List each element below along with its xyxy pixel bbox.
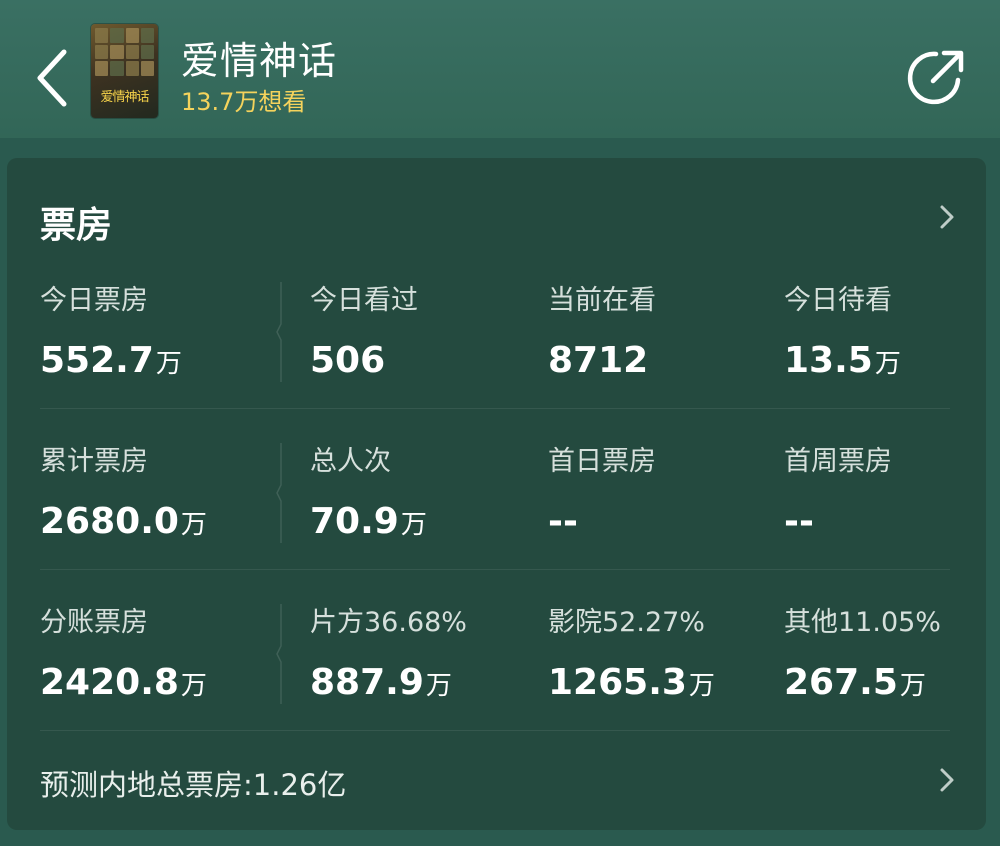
column-separator [276, 604, 282, 704]
movie-poster[interactable]: 爱情神话 [91, 24, 158, 118]
share-icon [907, 50, 964, 105]
stat-label: 片方36.68% [310, 607, 467, 638]
stat-value: 2680.0万 [40, 501, 207, 542]
row-divider [40, 730, 950, 731]
stat-label: 今日待看 [784, 285, 892, 316]
stat-label: 首周票房 [784, 446, 892, 477]
stat-value: 13.5万 [784, 340, 901, 381]
stat-value: 267.5万 [784, 662, 926, 703]
poster-title: 爱情神话 [100, 90, 149, 105]
row-divider [40, 569, 950, 570]
stat-value: 506 [310, 340, 386, 381]
stat-value: -- [548, 501, 578, 542]
want-to-watch-count: 13.7万想看 [181, 88, 307, 116]
stat-first-week: 首周票房 -- [784, 439, 892, 542]
stat-label: 分账票房 [40, 607, 148, 638]
stat-value: 1265.3万 [548, 662, 715, 703]
stats-row-split: 分账票房 2420.8万 片方36.68% 887.9万 影院52.27% 12… [7, 600, 986, 760]
column-separator [276, 443, 282, 543]
stat-today-pending: 今日待看 13.5万 [784, 278, 901, 381]
stat-other-share: 其他11.05% 267.5万 [784, 600, 941, 703]
stat-value: -- [784, 501, 814, 542]
stat-now-watching: 当前在看 8712 [548, 278, 656, 381]
stat-label: 其他11.05% [784, 607, 941, 638]
stat-split-box-office: 分账票房 2420.8万 [40, 600, 207, 703]
stat-value: 552.7万 [40, 340, 182, 381]
stat-value: 70.9万 [310, 501, 427, 542]
stat-today-viewed: 今日看过 506 [310, 278, 418, 381]
forecast-total-box-office[interactable]: 预测内地总票房:1.26亿 [40, 762, 346, 804]
stat-label: 累计票房 [40, 446, 148, 477]
poster-artwork [95, 28, 154, 76]
stat-today-box-office: 今日票房 552.7万 [40, 278, 182, 381]
chevron-left-icon [37, 49, 67, 107]
share-button[interactable] [906, 46, 968, 108]
stat-label: 总人次 [310, 446, 391, 477]
row-divider [40, 408, 950, 409]
stat-cumulative-box-office: 累计票房 2680.0万 [40, 439, 207, 542]
stat-label: 今日票房 [40, 285, 148, 316]
stat-first-day: 首日票房 -- [548, 439, 656, 542]
chevron-right-icon[interactable] [937, 203, 957, 231]
movie-title: 爱情神话 [181, 39, 338, 83]
box-office-title: 票房 [40, 205, 113, 246]
stat-value: 2420.8万 [40, 662, 207, 703]
stats-row-today: 今日票房 552.7万 今日看过 506 当前在看 8712 今日待看 13.5… [7, 278, 986, 438]
stat-producer-share: 片方36.68% 887.9万 [310, 600, 467, 703]
stat-total-admissions: 总人次 70.9万 [310, 439, 427, 542]
stat-label: 今日看过 [310, 285, 418, 316]
stat-label: 首日票房 [548, 446, 656, 477]
stat-label: 当前在看 [548, 285, 656, 316]
column-separator [276, 282, 282, 382]
chevron-right-icon[interactable] [937, 766, 957, 794]
stat-cinema-share: 影院52.27% 1265.3万 [548, 600, 715, 703]
stat-label: 影院52.27% [548, 607, 705, 638]
stat-value: 887.9万 [310, 662, 452, 703]
top-bar: 爱情神话 爱情神话 13.7万想看 [0, 0, 1000, 138]
box-office-card: 票房 今日票房 552.7万 今日看过 506 当前在看 8712 今日待看 1… [7, 158, 986, 830]
back-button[interactable] [24, 38, 80, 118]
stat-value: 8712 [548, 340, 649, 381]
stats-row-cumulative: 累计票房 2680.0万 总人次 70.9万 首日票房 -- 首周票房 -- [7, 439, 986, 599]
